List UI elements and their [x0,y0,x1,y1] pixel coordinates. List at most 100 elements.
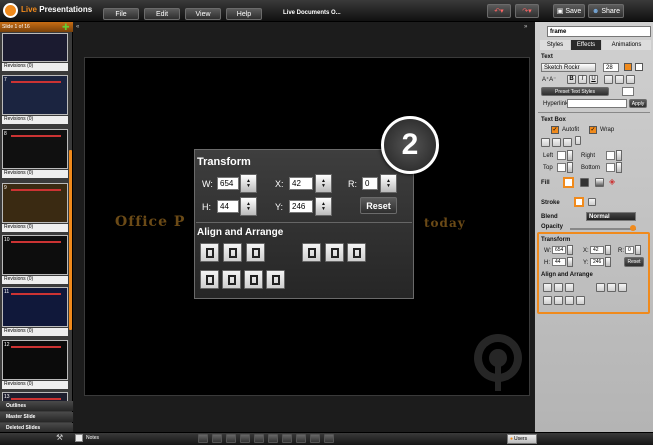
popup-y-stepper[interactable]: ▲ ▼ [315,197,332,216]
share-button[interactable]: ☻ Share [588,4,624,18]
mini-bring-forward-icon[interactable] [554,296,563,305]
mini-align-left-icon[interactable] [596,283,605,292]
margin-right-input[interactable] [606,151,615,160]
margin-left-input[interactable] [557,151,566,160]
margin-top-stepper[interactable] [567,162,573,173]
mini-h-input[interactable]: 44 [552,258,566,266]
mini-align-bottom-icon[interactable] [565,283,574,292]
send-to-back-icon[interactable] [266,270,285,289]
popup-h-input[interactable]: 44 [217,200,239,213]
outlines-tab[interactable]: Outlines [0,401,73,411]
present-icon[interactable] [310,434,320,443]
margin-bottom-input[interactable] [606,163,615,172]
tab-animations[interactable]: Animations [602,40,651,50]
slide-thumbnail[interactable]: 11 [2,287,68,327]
popup-reset-button[interactable]: Reset [360,197,397,214]
align-center-icon[interactable] [325,243,344,262]
mini-w-input[interactable]: 654 [552,246,566,254]
slide-thumbnail[interactable]: 10 [2,235,68,275]
align-right-text-icon[interactable] [626,75,635,84]
revisions-label[interactable]: Revisions (0) [2,170,68,178]
users-button[interactable]: ● Users [507,434,537,444]
slides-scrollbar[interactable] [69,150,72,330]
highlight-color-swatch[interactable] [635,63,643,71]
lock-icon[interactable] [575,136,581,145]
selection-name-field[interactable]: frame [547,26,651,37]
align-center-text-icon[interactable] [615,75,624,84]
slide-thumbnail[interactable]: 8 [2,129,68,169]
align-left-icon[interactable] [302,243,321,262]
apply-button[interactable]: Apply [629,99,647,108]
notes-icon[interactable] [75,434,83,442]
mini-bring-front-icon[interactable] [543,296,552,305]
slide-view-icon[interactable] [198,434,208,443]
mini-align-top-icon[interactable] [543,283,552,292]
revisions-label[interactable]: Revisions (0) [2,116,68,124]
popup-x-stepper[interactable]: ▲ ▼ [315,174,332,193]
redo-button[interactable]: ↷▾ [515,4,539,18]
tab-effects[interactable]: Effects [571,40,601,50]
canvas-text-left[interactable]: Office P [115,214,185,230]
master-slide-tab[interactable]: Master Slide [0,412,73,422]
canvas-text-right[interactable]: today [424,216,466,230]
mini-align-right-icon[interactable] [618,283,627,292]
line-spacing-input[interactable] [622,87,634,96]
collapse-right-icon[interactable]: » [524,24,533,31]
mini-send-backward-icon[interactable] [565,296,574,305]
blend-select[interactable]: Normal [586,212,636,221]
mini-align-middle-icon[interactable] [554,283,563,292]
zoom-icon[interactable] [240,434,250,443]
underline-button[interactable]: U [589,75,598,84]
wrench-icon[interactable]: ⚒ [56,433,63,442]
fill-none-swatch[interactable] [563,177,574,188]
slide-thumbnail[interactable] [2,33,68,62]
prev-icon[interactable] [268,434,278,443]
menu-edit[interactable]: Edit [144,8,180,20]
align-left-text-icon[interactable] [604,75,613,84]
margin-bottom-stepper[interactable] [616,162,622,173]
popup-y-input[interactable]: 246 [289,200,313,213]
menu-help[interactable]: Help [226,8,262,20]
send-backward-icon[interactable] [244,270,263,289]
fill-gradient-swatch[interactable] [595,178,604,187]
font-color-swatch[interactable] [624,63,632,71]
bring-forward-icon[interactable] [222,270,241,289]
undo-button[interactable]: ↶▾ [487,4,511,18]
revisions-label[interactable]: Revisions (0) [2,224,68,232]
menu-view[interactable]: View [185,8,221,20]
bold-button[interactable]: B [567,75,576,84]
margin-left-stepper[interactable] [567,150,573,161]
font-size-input[interactable]: 28 [603,63,619,72]
bring-to-front-icon[interactable] [200,270,219,289]
zoom-out-icon[interactable] [226,434,236,443]
font-select[interactable]: Sketch Rockr [541,63,596,72]
preset-text-styles-button[interactable]: Preset Text Styles [541,87,609,96]
settings-icon[interactable] [324,434,334,443]
stroke-color-swatch[interactable] [588,198,596,206]
font-grow-icon[interactable]: A⁺A⁻ [542,76,556,83]
mini-reset-button[interactable]: Reset [624,257,644,267]
popup-w-input[interactable]: 654 [217,177,239,190]
align-bottom-icon[interactable] [246,243,265,262]
mini-y-stepper[interactable] [605,257,611,267]
mini-r-stepper[interactable] [635,245,641,255]
mini-x-stepper[interactable] [605,245,611,255]
revisions-label[interactable]: Revisions (0) [2,381,68,389]
mini-send-back-icon[interactable] [576,296,585,305]
revisions-label[interactable]: Revisions (0) [2,276,68,284]
mini-w-stepper[interactable] [567,245,573,255]
margin-right-stepper[interactable] [616,150,622,161]
margin-top-input[interactable] [557,163,566,172]
save-button[interactable]: ▣ Save [553,4,585,18]
menu-file[interactable]: File [103,8,139,20]
mini-y-input[interactable]: 246 [590,258,604,266]
fill-color-swatch[interactable] [580,178,589,187]
revisions-label[interactable]: Revisions (0) [2,63,68,71]
align-middle-icon[interactable] [223,243,242,262]
valign-top-icon[interactable] [541,138,550,147]
stroke-none-swatch[interactable] [574,197,584,207]
play-icon[interactable] [282,434,292,443]
mini-align-center-icon[interactable] [607,283,616,292]
slide-thumbnail[interactable]: 7 [2,75,68,115]
collapse-left-icon[interactable]: « [76,24,85,31]
